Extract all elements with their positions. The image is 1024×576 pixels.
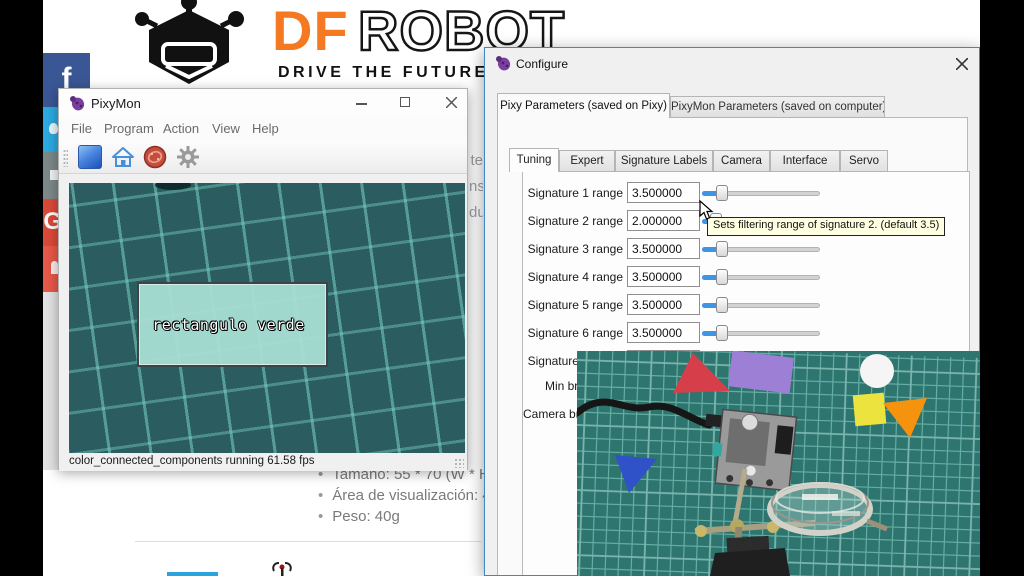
- detection-label: rectangulo verde: [139, 284, 318, 365]
- raw-video-steak-icon[interactable]: [143, 145, 167, 169]
- linkedin-glyph: [50, 170, 58, 180]
- photo-overlay: [577, 351, 980, 576]
- yellow-square: [853, 393, 887, 427]
- slider-handle[interactable]: [716, 269, 728, 285]
- signature-1-input[interactable]: [627, 182, 700, 203]
- slider-handle[interactable]: [716, 297, 728, 313]
- pixymon-window: PixyMon File Program Action View Help: [58, 88, 468, 470]
- pixymon-toolbar: [59, 141, 467, 174]
- slider-handle[interactable]: [716, 185, 728, 201]
- signature-1-row: Signature 1 range: [523, 182, 969, 206]
- configure-titlebar[interactable]: Configure: [485, 48, 979, 78]
- menu-file[interactable]: File: [71, 121, 92, 136]
- status-text: color_connected_components running 61.58…: [69, 455, 315, 467]
- bullet-icon: •: [318, 487, 323, 504]
- slider-tooltip: Sets filtering range of signature 2. (de…: [707, 217, 945, 236]
- pinterest-glyph: [51, 261, 58, 274]
- menu-program[interactable]: Program: [104, 121, 154, 136]
- logo-df: DF: [272, 0, 349, 62]
- subtab-servo[interactable]: Servo: [840, 150, 888, 172]
- resize-grip[interactable]: [454, 458, 464, 468]
- minimize-button[interactable]: [345, 89, 379, 117]
- signature-6-label: Signature 6 range: [523, 326, 623, 340]
- settings-gear-icon[interactable]: [176, 145, 200, 169]
- close-icon: [956, 58, 968, 70]
- tab-pixymon-parameters[interactable]: PixyMon Parameters (saved on computer): [670, 96, 885, 118]
- slider-handle[interactable]: [716, 325, 728, 341]
- signature-4-slider[interactable]: [702, 269, 820, 285]
- menu-action[interactable]: Action: [163, 121, 199, 136]
- signature-4-label: Signature 4 range: [523, 270, 623, 284]
- signature-5-row: Signature 5 range: [523, 294, 969, 318]
- left-black-bar: [0, 0, 43, 576]
- video-feed[interactable]: rectangulo verde: [69, 183, 465, 453]
- mouse-cursor: [699, 200, 714, 221]
- maximize-button[interactable]: [389, 89, 423, 117]
- close-button[interactable]: [435, 89, 469, 117]
- home-icon[interactable]: [111, 145, 135, 169]
- sidebar-gray-strip: [43, 292, 58, 470]
- tab-pixy-parameters[interactable]: Pixy Parameters (saved on Pixy): [497, 93, 670, 118]
- menu-view[interactable]: View: [212, 121, 240, 136]
- pixymon-titlebar[interactable]: PixyMon: [59, 89, 467, 117]
- slider-handle[interactable]: [716, 241, 728, 257]
- signature-5-label: Signature 5 range: [523, 298, 623, 312]
- signature-4-row: Signature 4 range: [523, 266, 969, 290]
- text-fragment: du: [469, 200, 483, 226]
- subtab-tuning[interactable]: Tuning: [509, 148, 559, 172]
- text-fragment: te: [469, 148, 483, 174]
- right-black-bar: [980, 0, 1024, 576]
- pixymon-title: PixyMon: [91, 96, 141, 111]
- spec-item: •Peso: 40g: [318, 508, 400, 525]
- partial-button-edge[interactable]: [167, 572, 218, 576]
- white-circle: [860, 354, 894, 388]
- menu-help[interactable]: Help: [252, 121, 279, 136]
- pixymon-beetle-icon: [69, 95, 85, 111]
- text-fragment: ns: [469, 174, 483, 200]
- signature-3-slider[interactable]: [702, 241, 820, 257]
- twitter-bird-glyph: [49, 123, 58, 134]
- subtab-expert[interactable]: Expert: [559, 150, 615, 172]
- detection-box: rectangulo verde: [137, 282, 328, 367]
- section-divider: [135, 541, 481, 542]
- dfrobot-logo-icon: [133, 0, 245, 86]
- signature-6-slider[interactable]: [702, 325, 820, 341]
- signature-6-row: Signature 6 range: [523, 322, 969, 346]
- signature-5-input[interactable]: [627, 294, 700, 315]
- purple-rectangle: [728, 351, 794, 394]
- stop-button-icon[interactable]: [78, 145, 102, 169]
- configure-title: Configure: [516, 57, 568, 71]
- bullet-icon: •: [318, 508, 323, 525]
- signature-3-label: Signature 3 range: [523, 242, 623, 256]
- configure-beetle-icon: [495, 55, 511, 71]
- antenna-icon: [271, 561, 293, 576]
- signature-3-input[interactable]: [627, 238, 700, 259]
- pixymon-statusbar: color_connected_components running 61.58…: [59, 453, 467, 471]
- subtab-interface[interactable]: Interface: [770, 150, 840, 172]
- signature-6-input[interactable]: [627, 322, 700, 343]
- signature-2-label: Signature 2 range: [523, 214, 623, 228]
- signature-1-slider[interactable]: [702, 185, 820, 201]
- pixymon-menubar: File Program Action View Help: [59, 117, 467, 141]
- signature-3-row: Signature 3 range: [523, 238, 969, 262]
- subtab-camera[interactable]: Camera: [713, 150, 770, 172]
- subtab-signature-labels[interactable]: Signature Labels: [615, 150, 713, 172]
- signature-2-input[interactable]: [627, 210, 700, 231]
- logo-tagline: DRIVE THE FUTURE: [278, 64, 489, 82]
- dialog-close-button[interactable]: [953, 55, 971, 73]
- close-icon: [446, 97, 457, 108]
- signature-5-slider[interactable]: [702, 297, 820, 313]
- signature-4-input[interactable]: [627, 266, 700, 287]
- page-text-fragments: te ns du: [469, 148, 483, 226]
- signature-1-label: Signature 1 range: [523, 186, 623, 200]
- toolbar-grip[interactable]: [63, 149, 68, 167]
